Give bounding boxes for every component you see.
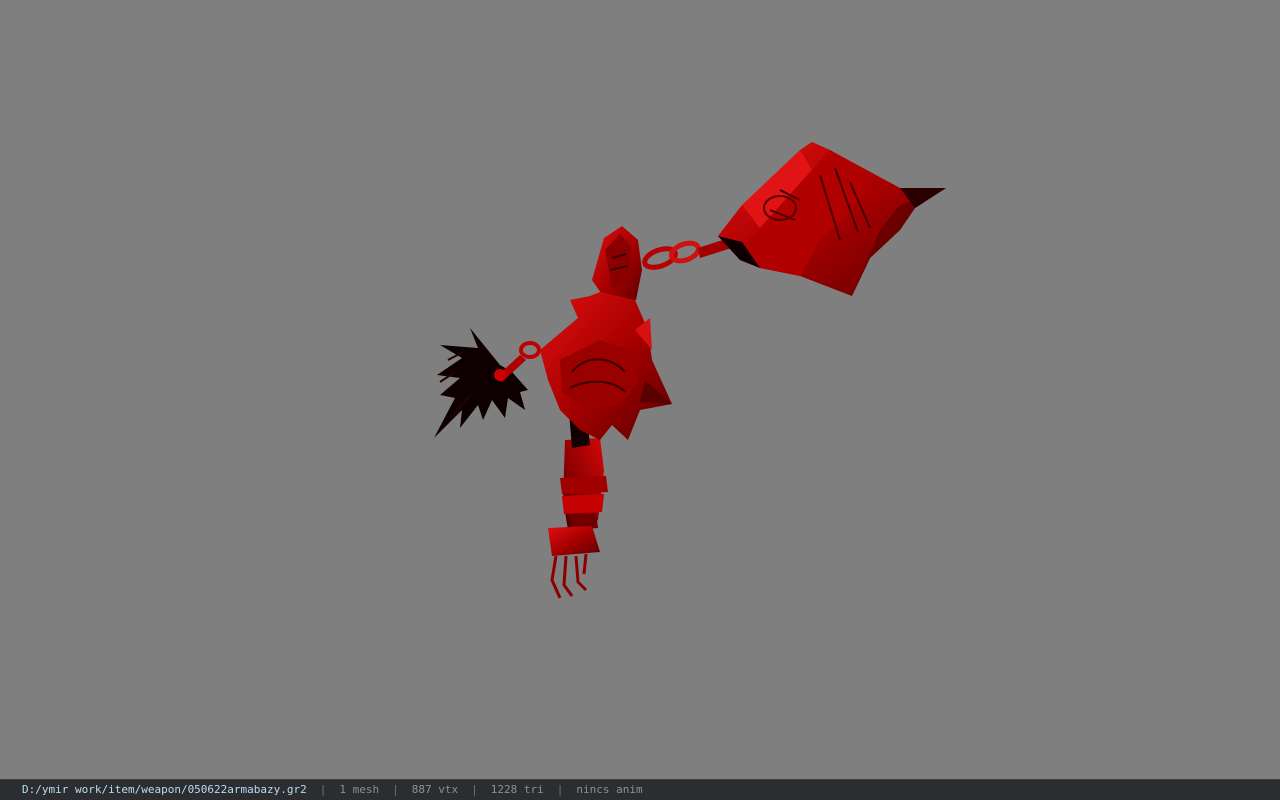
feather-chain (494, 341, 541, 382)
animation-status-label: nincs anim (576, 783, 643, 796)
mesh-count-label: 1 mesh (339, 783, 380, 796)
armored-torso (540, 226, 672, 440)
feather-tuft (434, 328, 528, 438)
weapon-model-render[interactable] (0, 0, 1280, 779)
status-separator: | (556, 783, 564, 796)
status-separator: | (471, 783, 478, 796)
status-separator: | (319, 783, 327, 796)
3d-viewport[interactable] (0, 0, 1280, 779)
vertex-count-label: 887 vtx (411, 783, 459, 796)
mace-head (718, 142, 946, 296)
triangle-count-label: 1228 tri (490, 783, 544, 796)
file-path-label: D:/ymir work/item/weapon/050622armabazy.… (22, 783, 307, 796)
status-bar: D:/ymir work/item/weapon/050622armabazy.… (0, 779, 1280, 800)
status-separator: | (392, 783, 399, 796)
